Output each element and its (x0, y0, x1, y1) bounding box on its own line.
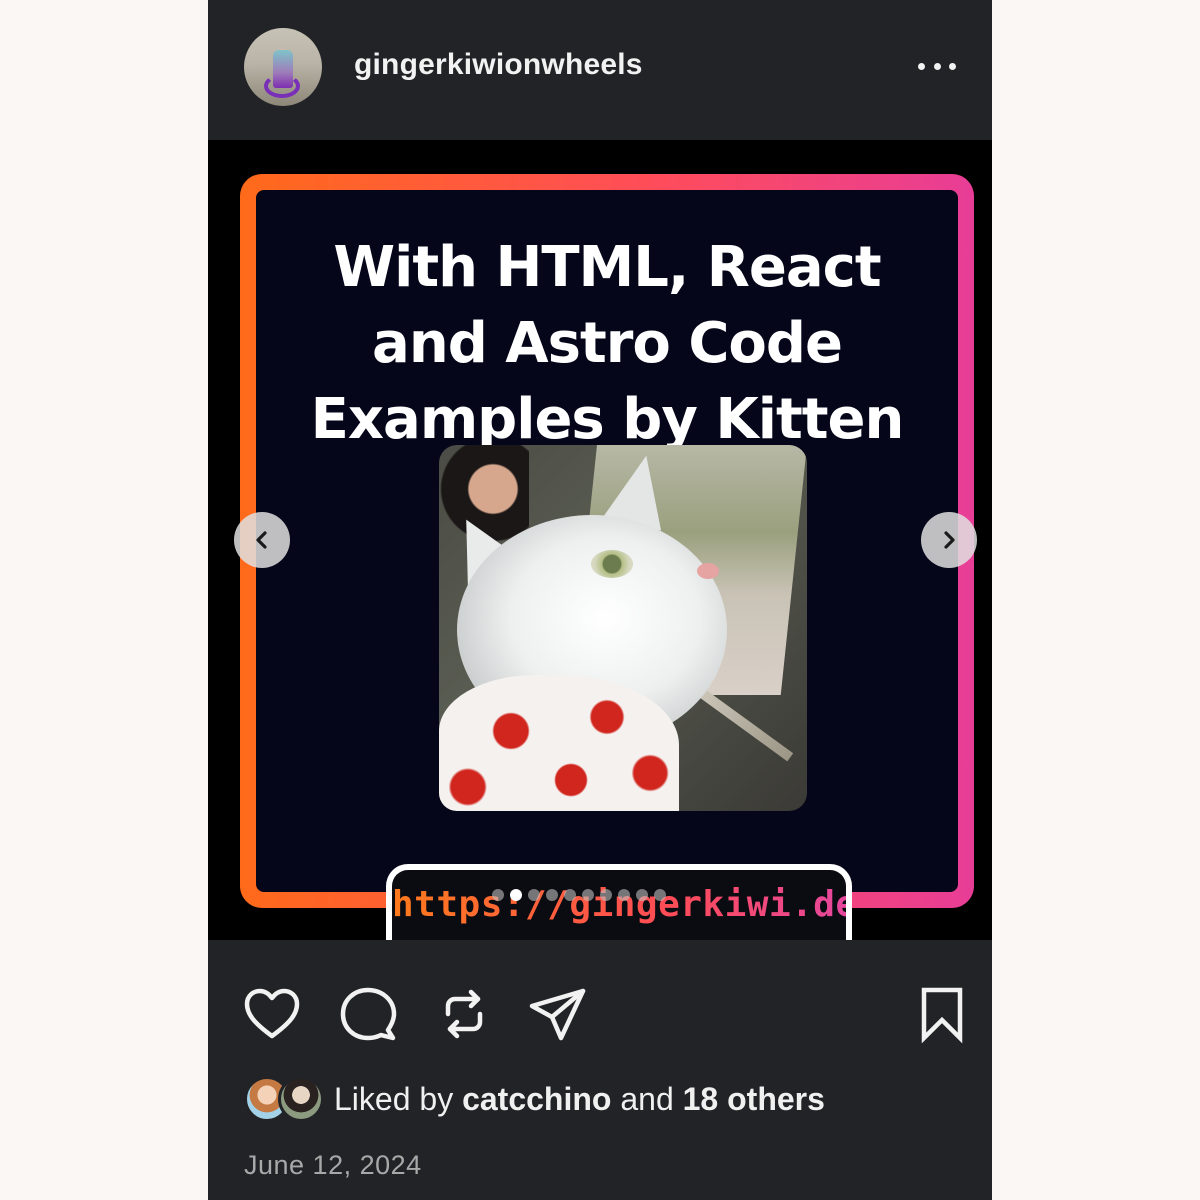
comment-icon (340, 987, 397, 1041)
likes-summary: Liked by catcchino and 18 others (244, 1074, 825, 1124)
more-horizontal-icon (933, 62, 941, 70)
slide-dot[interactable] (546, 889, 558, 901)
likes-prefix: Liked by (334, 1080, 454, 1117)
post-card: gingerkiwionwheels With HTML, React and … (208, 0, 992, 1200)
likes-conjunction: and (620, 1080, 674, 1117)
repost-icon (445, 989, 483, 1039)
next-slide-button[interactable] (921, 512, 977, 568)
likes-text[interactable]: Liked by catcchino and 18 others (334, 1081, 825, 1118)
liker-avatar[interactable] (278, 1076, 324, 1122)
slide-indicator (492, 888, 666, 902)
like-button[interactable] (242, 984, 302, 1044)
previous-slide-button[interactable] (234, 512, 290, 568)
slide-dot[interactable] (600, 889, 612, 901)
slide-dot[interactable] (528, 889, 540, 901)
repost-button[interactable] (434, 984, 494, 1044)
author-avatar[interactable] (244, 28, 322, 106)
cat-eye (591, 550, 633, 578)
more-horizontal-icon (918, 62, 925, 70)
more-options-button[interactable] (914, 50, 960, 82)
chevron-left-icon (256, 531, 267, 549)
chevron-right-icon (944, 531, 955, 549)
post-media[interactable]: With HTML, React and Astro Code Examples… (208, 140, 992, 940)
action-bar: Liked by catcchino and 18 others June 12… (208, 940, 992, 1180)
slide-gradient-frame: With HTML, React and Astro Code Examples… (240, 174, 974, 908)
url-tab: https://gingerkiwi.dev (386, 864, 879, 940)
heart-icon (244, 988, 300, 1039)
likes-others[interactable]: 18 others (683, 1081, 825, 1117)
liker-username[interactable]: catcchino (462, 1081, 611, 1117)
avatar-wheelchair (264, 74, 300, 98)
post-date: June 12, 2024 (244, 1150, 422, 1180)
cat-photo (439, 445, 807, 811)
author-username[interactable]: gingerkiwionwheels (354, 48, 643, 82)
canada-bandana (439, 675, 679, 811)
more-horizontal-icon (949, 62, 956, 70)
slide-dot[interactable] (582, 889, 594, 901)
send-icon (529, 988, 586, 1041)
slide-dot[interactable] (654, 889, 666, 901)
bookmark-icon (921, 987, 963, 1044)
slide-content: With HTML, React and Astro Code Examples… (256, 190, 958, 892)
slide-dot[interactable] (510, 889, 522, 901)
slide-dot[interactable] (618, 889, 630, 901)
slide-title: With HTML, React and Astro Code Examples… (310, 235, 905, 452)
comment-button[interactable] (338, 984, 398, 1044)
save-button[interactable] (912, 984, 972, 1044)
slide-dot[interactable] (636, 889, 648, 901)
cat-nose (697, 563, 719, 579)
post-header: gingerkiwionwheels (208, 0, 992, 140)
slide-dot[interactable] (564, 889, 576, 901)
share-button[interactable] (528, 984, 588, 1044)
slide-dot[interactable] (492, 889, 504, 901)
